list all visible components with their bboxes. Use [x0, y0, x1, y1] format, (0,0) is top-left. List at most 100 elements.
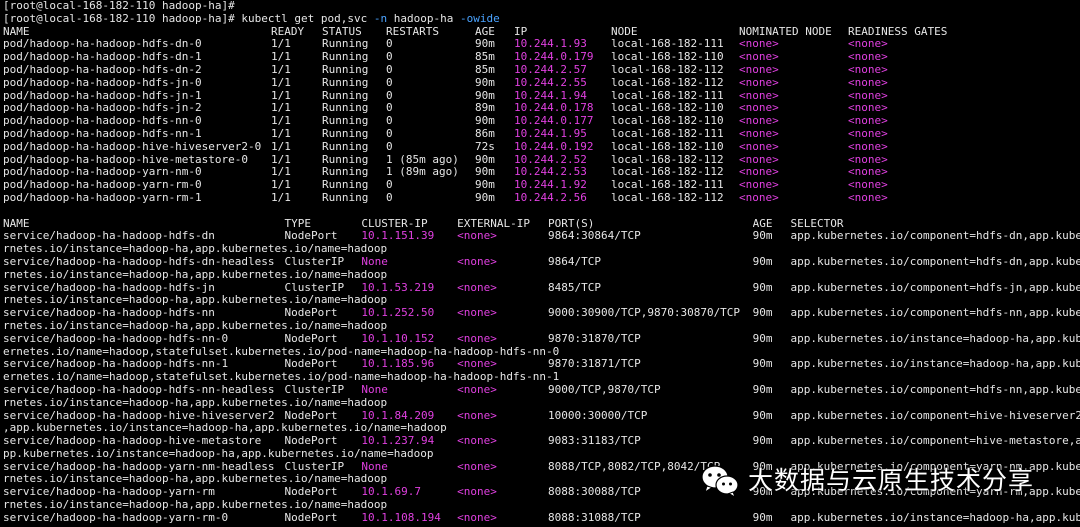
- pod-nominated-node: <none>: [739, 179, 779, 192]
- namespace-flag: -n: [373, 11, 388, 25]
- service-age: 90m: [752, 409, 773, 422]
- pod-row[interactable]: pod/hadoop-ha-hadoop-hdfs-jn-1 1/1 Running…: [3, 90, 1080, 103]
- pod-row[interactable]: pod/hadoop-ha-hadoop-yarn-nm-0 1/1 Running…: [3, 166, 1080, 179]
- pod-status: Running: [322, 153, 369, 166]
- pod-restarts: 0: [386, 191, 393, 204]
- pod-row[interactable]: pod/hadoop-ha-hadoop-hive-hiveserver2-0 1…: [3, 141, 1080, 154]
- service-row[interactable]: service/hadoop-ha-hadoop-yarn-rm-0 NodePo…: [3, 512, 1080, 525]
- service-age: 90m: [752, 511, 773, 524]
- service-header-type: TYPE: [284, 217, 311, 230]
- pod-name: pod/hadoop-ha-hadoop-hdfs-nn-1: [3, 127, 202, 140]
- service-external-ip: <none>: [457, 383, 497, 396]
- terminal-window[interactable]: [root@local-168-182-110 hadoop-ha]# [roo…: [3, 0, 1080, 527]
- service-external-ip: <none>: [457, 230, 497, 243]
- service-name: service/hadoop-ha-hadoop-hdfs-nn: [3, 307, 215, 320]
- pod-node: local-168-182-112: [611, 63, 724, 76]
- pod-row[interactable]: pod/hadoop-ha-hadoop-hdfs-dn-2 1/1 Running…: [3, 64, 1080, 77]
- pod-row[interactable]: pod/hadoop-ha-hadoop-hdfs-jn-2 1/1 Running…: [3, 102, 1080, 115]
- prompt: [root@local-168-182-110 hadoop-ha]#: [3, 11, 242, 25]
- pod-name: pod/hadoop-ha-hadoop-yarn-rm-0: [3, 179, 202, 192]
- service-selector-continuation: ,app.kubernetes.io/instance=hadoop-ha,ap…: [3, 421, 447, 435]
- pod-nominated-node: <none>: [739, 89, 779, 102]
- pod-row[interactable]: pod/hadoop-ha-hadoop-hdfs-dn-1 1/1 Running…: [3, 51, 1080, 64]
- pod-age: 72s: [475, 140, 495, 153]
- service-ports: 9864:30864/TCP: [548, 230, 641, 243]
- pod-readiness-gates: <none>: [848, 63, 888, 76]
- pod-row[interactable]: pod/hadoop-ha-hadoop-hdfs-dn-0 1/1 Running…: [3, 38, 1080, 51]
- pod-node: local-168-182-111: [611, 38, 724, 51]
- service-ports: 9870:31871/TCP: [548, 358, 641, 371]
- service-external-ip: <none>: [457, 460, 497, 473]
- pod-readiness-gates: <none>: [848, 140, 888, 153]
- pod-node: local-168-182-111: [611, 127, 724, 140]
- pod-restarts: 0: [386, 89, 393, 102]
- pod-ip: 10.244.0.177: [514, 115, 594, 128]
- service-external-ip: <none>: [457, 435, 497, 448]
- service-type: ClusterIP: [284, 255, 345, 268]
- pod-nominated-node: <none>: [739, 76, 779, 89]
- service-name: service/hadoop-ha-hadoop-hdfs-nn-0: [3, 332, 229, 345]
- pod-node: local-168-182-110: [611, 115, 724, 128]
- pod-ip: 10.244.2.56: [514, 191, 587, 204]
- pod-ready: 1/1: [271, 153, 291, 166]
- pod-ip: 10.244.2.57: [514, 63, 587, 76]
- pod-nominated-node: <none>: [739, 140, 779, 153]
- pod-ready: 1/1: [271, 179, 291, 192]
- pod-name: pod/hadoop-ha-hadoop-hdfs-dn-2: [3, 63, 202, 76]
- pod-node: local-168-182-112: [611, 166, 724, 179]
- pod-row[interactable]: pod/hadoop-ha-hadoop-hdfs-jn-0 1/1 Running…: [3, 77, 1080, 90]
- service-name: service/hadoop-ha-hadoop-hive-metastore: [3, 435, 262, 448]
- pod-row[interactable]: pod/hadoop-ha-hadoop-hive-metastore-0 1/1…: [3, 154, 1080, 167]
- pod-row[interactable]: pod/hadoop-ha-hadoop-hdfs-nn-1 1/1 Running…: [3, 128, 1080, 141]
- pod-header-name: NAME: [3, 25, 30, 38]
- service-selector: app.kubernetes.io/component=hdfs-dn,app.…: [790, 255, 1080, 268]
- service-ports: 9083:31183/TCP: [548, 435, 641, 448]
- pod-restarts: 1 (85m ago): [386, 153, 459, 166]
- pod-age: 90m: [475, 76, 495, 89]
- pod-ready: 1/1: [271, 102, 291, 115]
- service-cluster-ip: 10.1.10.152: [361, 332, 435, 345]
- pod-ip: 10.244.2.53: [514, 166, 587, 179]
- pod-name: pod/hadoop-ha-hadoop-hdfs-jn-0: [3, 76, 202, 89]
- service-row[interactable]: service/hadoop-ha-hadoop-hive-metastore N…: [3, 435, 1080, 448]
- service-row[interactable]: service/hadoop-ha-hadoop-hdfs-nn-0 NodePo…: [3, 333, 1080, 346]
- pod-restarts: 0: [386, 102, 393, 115]
- pod-status: Running: [322, 140, 369, 153]
- pod-status: Running: [322, 179, 369, 192]
- pod-row[interactable]: pod/hadoop-ha-hadoop-yarn-rm-1 1/1 Running…: [3, 192, 1080, 205]
- service-type: NodePort: [284, 307, 338, 320]
- pod-nominated-node: <none>: [739, 51, 779, 64]
- pod-row[interactable]: pod/hadoop-ha-hadoop-hdfs-nn-0 1/1 Running…: [3, 115, 1080, 128]
- service-row[interactable]: service/hadoop-ha-hadoop-hdfs-nn NodePort…: [3, 307, 1080, 320]
- pod-row[interactable]: pod/hadoop-ha-hadoop-yarn-rm-0 1/1 Running…: [3, 179, 1080, 192]
- pod-readiness-gates: <none>: [848, 76, 888, 89]
- watermark-text: 大数据与云原生技术分享: [748, 465, 1035, 495]
- pod-readiness-gates: <none>: [848, 89, 888, 102]
- pod-restarts: 0: [386, 115, 393, 128]
- service-external-ip: <none>: [457, 307, 497, 320]
- pod-node: local-168-182-110: [611, 102, 724, 115]
- service-cluster-ip: None: [361, 255, 388, 268]
- service-selector: app.kubernetes.io/component=hive-hiveser…: [790, 409, 1080, 422]
- service-table-header: NAME TYPE CLUSTER-IP EXTERNAL-IP PORT(S) AGE S…: [3, 218, 1080, 231]
- pod-name: pod/hadoop-ha-hadoop-hdfs-dn-1: [3, 51, 202, 64]
- pod-ready: 1/1: [271, 115, 291, 128]
- service-external-ip: <none>: [457, 281, 497, 294]
- pod-nominated-node: <none>: [739, 63, 779, 76]
- pod-name: pod/hadoop-ha-hadoop-hdfs-dn-0: [3, 38, 202, 51]
- pod-header-readiness-gates: READINESS GATES: [848, 25, 948, 38]
- pod-age: 90m: [475, 191, 495, 204]
- service-row[interactable]: service/hadoop-ha-hadoop-hdfs-nn-headles…: [3, 384, 1080, 397]
- pod-restarts: 0: [386, 127, 393, 140]
- service-header-external-ip: EXTERNAL-IP: [457, 217, 531, 230]
- pod-status: Running: [322, 102, 369, 115]
- service-row[interactable]: service/hadoop-ha-hadoop-hdfs-dn-headles…: [3, 256, 1080, 269]
- pod-age: 85m: [475, 51, 495, 64]
- service-header-name: NAME: [3, 217, 30, 230]
- service-header-ports: PORT(S): [548, 217, 595, 230]
- pod-ip: 10.244.1.92: [514, 179, 587, 192]
- pod-table-header: NAME READY STATUS RESTARTS AGE IP NODE NOMINATE…: [3, 26, 1080, 39]
- pod-ip: 10.244.1.93: [514, 38, 587, 51]
- service-type: ClusterIP: [284, 383, 345, 396]
- service-selector-continuation: ernetes.io/name=hadoop,statefulset.kuber…: [3, 370, 560, 384]
